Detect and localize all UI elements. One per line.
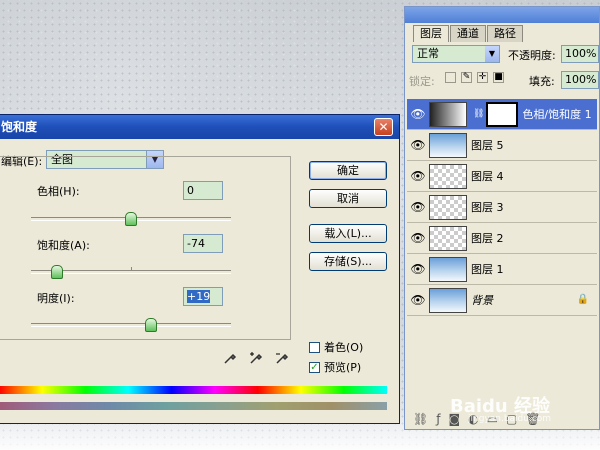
adjustment-thumbnail-icon [429, 101, 467, 127]
saturation-slider-thumb[interactable] [51, 265, 63, 279]
layer-row[interactable]: 👁 图层 4 [407, 161, 597, 192]
layer-name: 色相/饱和度 1 [522, 108, 592, 121]
layer-name: 图层 3 [471, 201, 504, 214]
preview-checkbox-box[interactable]: ✓ [309, 361, 320, 373]
layer-thumbnail [429, 256, 467, 282]
eye-icon[interactable]: 👁 [407, 262, 429, 276]
hue-saturation-dialog: 饱和度 ✕ 编辑(E): 全图 ▼ 色相(H): 0 饱和度(A): -74 明… [0, 114, 400, 424]
link-icon[interactable]: ⛓ [473, 109, 484, 119]
tab-layers[interactable]: 图层 [413, 25, 449, 42]
layer-row[interactable]: 👁 图层 3 [407, 192, 597, 223]
colorize-checkbox[interactable]: 着色(O) [309, 339, 363, 355]
eyedropper-plus-icon[interactable] [249, 351, 263, 365]
fill-label: 填充: [529, 75, 555, 88]
panel-tabs: 图层 通道 路径 [413, 25, 524, 42]
eye-icon[interactable]: 👁 [407, 138, 429, 152]
preview-label: 预览(P) [324, 361, 362, 374]
lock-all-icon[interactable]: ■ [493, 72, 504, 83]
mask-thumbnail[interactable] [486, 101, 519, 127]
panel-titlebar[interactable] [405, 7, 599, 23]
layer-row[interactable]: 👁 图层 5 [407, 130, 597, 161]
eyedropper-minus-icon[interactable] [275, 351, 289, 365]
lock-position-icon[interactable]: ✛ [477, 72, 488, 83]
hue-input[interactable]: 0 [183, 181, 223, 200]
tab-paths[interactable]: 路径 [487, 25, 523, 42]
hue-slider-thumb[interactable] [125, 212, 137, 226]
lightness-slider-track[interactable] [31, 323, 231, 327]
eyedropper-icon[interactable] [223, 351, 237, 365]
blend-mode-select[interactable]: 正常 ▼ [412, 45, 500, 63]
opacity-input[interactable]: 100% [561, 45, 599, 63]
lightness-label: 明度(I): [37, 292, 75, 305]
colorize-label: 着色(O) [324, 341, 364, 354]
opacity-label: 不透明度: [508, 49, 556, 62]
layer-thumbnail [429, 163, 467, 189]
layer-row[interactable]: 👁 ⛓ 色相/饱和度 1 [407, 99, 597, 130]
cancel-button[interactable]: 取消 [309, 189, 387, 208]
layer-list: 👁 ⛓ 色相/饱和度 1 👁 图层 5 👁 图层 4 👁 图层 3 👁 图层 2 [407, 99, 597, 316]
eye-icon[interactable]: 👁 [407, 107, 429, 121]
eye-icon[interactable]: 👁 [407, 231, 429, 245]
layer-thumbnail [429, 132, 467, 158]
fill-input[interactable]: 100% [561, 71, 599, 89]
lock-icons: ✎ ✛ ■ [445, 72, 504, 83]
layer-style-icon[interactable]: ƒ [436, 412, 440, 426]
lock-label: 锁定: [409, 75, 435, 88]
hue-label: 色相(H): [37, 185, 80, 198]
layer-row[interactable]: 👁 背景 🔒 [407, 285, 597, 316]
layer-thumbnail [429, 287, 467, 313]
input-color-spectrum [0, 386, 387, 394]
load-button[interactable]: 载入(L)... [309, 224, 387, 243]
layer-name: 图层 1 [471, 263, 504, 276]
tab-channels[interactable]: 通道 [450, 25, 486, 42]
eye-icon[interactable]: 👁 [407, 293, 429, 307]
layer-name: 背景 [471, 294, 493, 307]
output-color-spectrum [0, 402, 387, 410]
dialog-title: 饱和度 [1, 120, 38, 134]
preview-checkbox[interactable]: ✓ 预览(P) [309, 359, 361, 375]
lightness-slider-thumb[interactable] [145, 318, 157, 332]
blend-mode-value: 正常 [417, 47, 439, 60]
saturation-input[interactable]: -74 [183, 234, 223, 253]
layers-panel: 图层 通道 路径 正常 ▼ 不透明度: 100% 锁定: ✎ ✛ ■ 填充: 1… [404, 6, 600, 430]
lock-icon: 🔒 [576, 294, 589, 305]
layer-row[interactable]: 👁 图层 2 [407, 223, 597, 254]
layer-row[interactable]: 👁 图层 1 [407, 254, 597, 285]
save-button[interactable]: 存储(S)... [309, 252, 387, 271]
lightness-input[interactable]: +19 [183, 287, 223, 306]
layer-name: 图层 2 [471, 232, 504, 245]
dialog-titlebar[interactable]: 饱和度 ✕ [0, 115, 399, 139]
colorize-checkbox-box[interactable] [309, 341, 320, 353]
layer-thumbnail [429, 194, 467, 220]
eye-icon[interactable]: 👁 [407, 169, 429, 183]
layer-name: 图层 4 [471, 170, 504, 183]
adjustment-group: 色相(H): 0 饱和度(A): -74 明度(I): +19 [0, 156, 291, 340]
lock-image-icon[interactable]: ✎ [461, 72, 472, 83]
link-layers-icon[interactable]: ⛓ [413, 412, 428, 426]
chevron-down-icon[interactable]: ▼ [485, 46, 499, 62]
layer-name: 图层 5 [471, 139, 504, 152]
layer-thumbnail [429, 225, 467, 251]
eye-icon[interactable]: 👁 [407, 200, 429, 214]
ok-button[interactable]: 确定 [309, 161, 387, 180]
close-button[interactable]: ✕ [374, 118, 393, 136]
baidu-watermark-url: jingyan.baidu.com [468, 414, 552, 424]
saturation-label: 饱和度(A): [37, 239, 90, 252]
lock-transparency-icon[interactable] [445, 72, 456, 83]
